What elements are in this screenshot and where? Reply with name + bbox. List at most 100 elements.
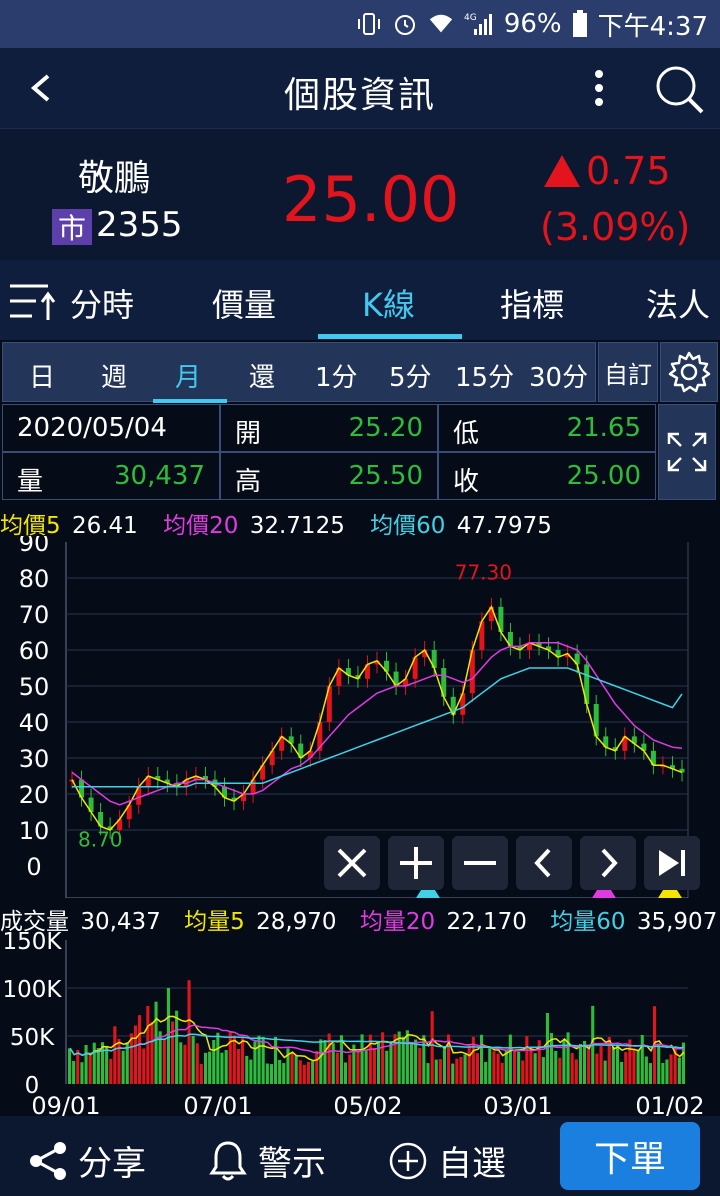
- volume-value: 30,437: [114, 461, 205, 491]
- period-adjusted[interactable]: 還: [249, 357, 275, 394]
- settings-button[interactable]: [660, 342, 718, 402]
- volume-bar: [84, 1045, 88, 1084]
- volume-bar: [68, 1048, 72, 1084]
- volume-bar: [640, 1035, 644, 1084]
- volume-bar: [636, 1050, 640, 1084]
- volume-bar: [463, 1054, 467, 1084]
- svg-text:4G: 4G: [464, 13, 477, 23]
- volume-bar: [529, 1046, 533, 1084]
- volume-bar: [533, 1053, 537, 1084]
- volume-bar: [133, 1025, 137, 1084]
- volume-bar: [661, 1063, 665, 1084]
- volume-x-tick: 05/02: [333, 1092, 402, 1118]
- volume-bar: [117, 1039, 121, 1084]
- minus-icon: [464, 861, 496, 865]
- volume-bar: [212, 1040, 216, 1084]
- period-1min[interactable]: 1分: [315, 357, 358, 394]
- high-label: 高: [235, 467, 262, 497]
- volume-bar: [154, 1001, 158, 1084]
- zoom-in-button[interactable]: [388, 836, 444, 890]
- volume-bar: [204, 1052, 208, 1084]
- volume-x-tick: 09/01: [31, 1092, 100, 1118]
- status-bar: 4G 96% 下午4:37: [0, 0, 720, 48]
- period-30min[interactable]: 30分: [529, 357, 588, 394]
- tab-menu-button[interactable]: [8, 276, 58, 326]
- volume-bar: [191, 1035, 195, 1084]
- period-month[interactable]: 月: [175, 357, 201, 394]
- tab-institutional[interactable]: 法人: [646, 280, 710, 326]
- period-5min[interactable]: 5分: [389, 357, 432, 394]
- tab-kline[interactable]: K線: [362, 280, 415, 326]
- plus-circle-icon: [389, 1142, 427, 1179]
- tab-price-volume[interactable]: 價量: [212, 280, 276, 326]
- volume-bar: [307, 1061, 311, 1084]
- volume-bar: [356, 1052, 360, 1084]
- volume-bar: [335, 1052, 339, 1084]
- battery-icon: [572, 10, 588, 37]
- volume-bar: [459, 1057, 463, 1084]
- search-icon: [656, 66, 704, 114]
- bottom-action-bar: 分享 警示 自選 下單: [0, 1116, 720, 1196]
- volume-bar: [434, 1059, 438, 1084]
- custom-period-button[interactable]: 自訂: [598, 342, 658, 402]
- volume-bar: [208, 1051, 212, 1084]
- scroll-right-button[interactable]: [580, 836, 636, 890]
- quote-header: 敬鵬 市 2355 25.00 0.75 (3.09%): [0, 128, 720, 260]
- volume-bar: [599, 1046, 603, 1084]
- tab-bar: 分時 價量 K線 指標 法人: [0, 260, 720, 340]
- volume-bar: [183, 1044, 187, 1084]
- jump-to-latest-button[interactable]: [644, 836, 700, 890]
- volume-bar: [385, 1050, 389, 1084]
- volume-bar: [311, 1061, 315, 1084]
- volume-bar: [162, 1039, 166, 1084]
- volume-bar: [76, 1049, 80, 1084]
- high-price-annotation: 77.30: [455, 561, 512, 585]
- volume-bar: [179, 1042, 183, 1084]
- tab-indicators[interactable]: 指標: [500, 280, 564, 326]
- volume-bar: [480, 1034, 484, 1084]
- volume-bar: [249, 1059, 253, 1084]
- ohlc-info-grid: 2020/05/04 開 25.20 低 21.65 量 30,437 高 25…: [2, 404, 656, 502]
- alarm-icon: [392, 11, 418, 37]
- place-order-button[interactable]: 下單: [560, 1122, 700, 1190]
- volume-bar: [109, 1058, 113, 1084]
- info-open-cell: 開 25.20: [220, 404, 438, 452]
- volume-bar: [150, 1022, 154, 1084]
- low-price-annotation: 8.70: [78, 828, 123, 852]
- volume-bar: [241, 1038, 245, 1084]
- volume-bar: [92, 1042, 96, 1084]
- chart-close-button[interactable]: [324, 836, 380, 890]
- volume-y-tick: 100K: [3, 977, 63, 1003]
- fullscreen-button[interactable]: [658, 404, 716, 500]
- volume-chart[interactable]: 150K100K50K009/01 07/01 05/02 03/01 01/02: [0, 930, 720, 1118]
- ma-legend: 均價5 26.41 均價20 32.7125 均價60 47.7975: [0, 506, 556, 540]
- zoom-out-button[interactable]: [452, 836, 508, 890]
- alert-button[interactable]: 警示: [206, 1136, 326, 1185]
- period-week[interactable]: 週: [101, 357, 127, 394]
- sort-menu-icon: [10, 284, 56, 320]
- share-button[interactable]: 分享: [26, 1136, 146, 1185]
- volume-bar: [72, 1060, 76, 1084]
- volume-bar: [525, 1036, 529, 1084]
- kline-y-tick: 20: [19, 781, 50, 809]
- scroll-left-button[interactable]: [516, 836, 572, 890]
- open-value: 25.20: [348, 413, 423, 443]
- active-period-indicator: [153, 399, 227, 403]
- gear-icon: [668, 351, 711, 393]
- volume-bar: [290, 1052, 294, 1084]
- search-button[interactable]: [652, 62, 706, 116]
- volume-bar: [430, 1011, 434, 1084]
- add-watchlist-button[interactable]: 自選: [386, 1136, 506, 1185]
- more-menu-button[interactable]: [584, 66, 614, 110]
- open-label: 開: [235, 419, 262, 449]
- price-change: 0.75: [586, 149, 671, 193]
- battery-percent: 96%: [503, 9, 562, 39]
- volume-y-tick: 150K: [3, 930, 63, 955]
- tab-intraday[interactable]: 分時: [70, 280, 134, 326]
- chevron-left-icon: [534, 848, 551, 878]
- volume-bar: [578, 1044, 582, 1084]
- period-15min[interactable]: 15分: [455, 357, 514, 394]
- period-box: 日 週 月 還 1分 5分 15分 30分: [2, 342, 596, 403]
- period-day[interactable]: 日: [29, 357, 55, 394]
- info-date: 2020/05/04: [17, 413, 167, 443]
